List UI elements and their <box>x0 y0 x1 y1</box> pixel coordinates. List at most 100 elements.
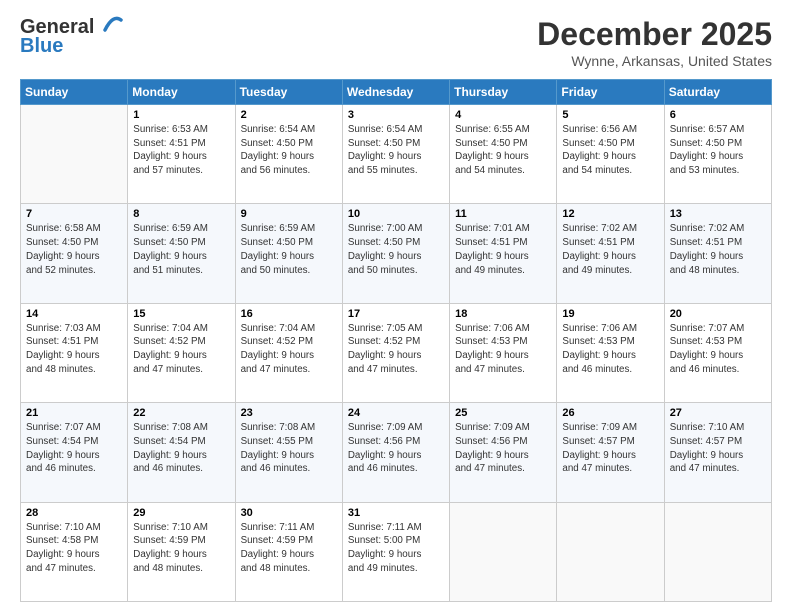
day-info: Sunset: 4:52 PM <box>348 335 444 349</box>
day-number: 14 <box>26 308 122 320</box>
day-info: and 52 minutes. <box>26 264 122 278</box>
day-info: Daylight: 9 hours <box>562 250 658 264</box>
calendar-cell <box>557 502 664 601</box>
day-info: Sunrise: 6:55 AM <box>455 123 551 137</box>
calendar-cell: 17 Sunrise: 7:05 AMSunset: 4:52 PMDayligh… <box>342 303 449 402</box>
day-info: and 46 minutes. <box>670 363 766 377</box>
day-number: 16 <box>241 308 337 320</box>
day-info: Daylight: 9 hours <box>133 150 229 164</box>
day-info: Sunset: 4:52 PM <box>133 335 229 349</box>
day-number: 20 <box>670 308 766 320</box>
day-info: Sunrise: 7:08 AM <box>241 421 337 435</box>
day-info: and 48 minutes. <box>133 562 229 576</box>
day-info: Sunset: 4:51 PM <box>133 137 229 151</box>
day-info: and 46 minutes. <box>26 462 122 476</box>
day-info: Sunset: 4:54 PM <box>133 435 229 449</box>
weekday-header-tuesday: Tuesday <box>235 80 342 105</box>
day-info: and 46 minutes. <box>133 462 229 476</box>
day-number: 31 <box>348 507 444 519</box>
calendar-table: SundayMondayTuesdayWednesdayThursdayFrid… <box>20 79 772 602</box>
day-info: Daylight: 9 hours <box>348 349 444 363</box>
day-info: Daylight: 9 hours <box>670 250 766 264</box>
day-info: and 49 minutes. <box>562 264 658 278</box>
day-info: Sunrise: 7:09 AM <box>562 421 658 435</box>
day-info: Sunrise: 7:08 AM <box>133 421 229 435</box>
calendar-cell: 21Sunrise: 7:07 AMSunset: 4:54 PMDayligh… <box>21 403 128 502</box>
day-info: Sunrise: 7:06 AM <box>562 322 658 336</box>
day-number: 4 <box>455 109 551 121</box>
day-info: and 46 minutes. <box>348 462 444 476</box>
day-info: Daylight: 9 hours <box>26 449 122 463</box>
calendar-cell: 9Sunrise: 6:59 AMSunset: 4:50 PMDaylight… <box>235 204 342 303</box>
day-info: Sunset: 4:51 PM <box>26 335 122 349</box>
calendar-cell: 10Sunrise: 7:00 AMSunset: 4:50 PMDayligh… <box>342 204 449 303</box>
day-info: and 54 minutes. <box>455 164 551 178</box>
day-info: Daylight: 9 hours <box>133 250 229 264</box>
calendar-header-row: SundayMondayTuesdayWednesdayThursdayFrid… <box>21 80 772 105</box>
calendar-cell <box>664 502 771 601</box>
day-info: Sunset: 4:50 PM <box>670 137 766 151</box>
day-info: Sunrise: 7:02 AM <box>670 222 766 236</box>
page: General Blue December 2025 Wynne, Arkans… <box>0 0 792 612</box>
weekday-header-sunday: Sunday <box>21 80 128 105</box>
calendar-cell: 14Sunrise: 7:03 AMSunset: 4:51 PMDayligh… <box>21 303 128 402</box>
day-number: 7 <box>26 208 122 220</box>
day-info: Sunrise: 7:10 AM <box>670 421 766 435</box>
day-number: 9 <box>241 208 337 220</box>
day-info: Daylight: 9 hours <box>348 548 444 562</box>
calendar-cell: 29Sunrise: 7:10 AMSunset: 4:59 PMDayligh… <box>128 502 235 601</box>
day-info: and 47 minutes. <box>562 462 658 476</box>
day-info: Daylight: 9 hours <box>348 449 444 463</box>
day-info: Sunrise: 7:10 AM <box>133 521 229 535</box>
calendar-cell: 28Sunrise: 7:10 AMSunset: 4:58 PMDayligh… <box>21 502 128 601</box>
day-info: Sunset: 4:54 PM <box>26 435 122 449</box>
calendar-cell: 6Sunrise: 6:57 AMSunset: 4:50 PMDaylight… <box>664 105 771 204</box>
day-info: and 47 minutes. <box>348 363 444 377</box>
day-number: 10 <box>348 208 444 220</box>
calendar-cell: 26Sunrise: 7:09 AMSunset: 4:57 PMDayligh… <box>557 403 664 502</box>
day-number: 13 <box>670 208 766 220</box>
day-info: Sunset: 5:00 PM <box>348 534 444 548</box>
day-number: 23 <box>241 407 337 419</box>
day-info: Daylight: 9 hours <box>348 250 444 264</box>
day-number: 24 <box>348 407 444 419</box>
day-info: Sunset: 4:50 PM <box>562 137 658 151</box>
day-number: 5 <box>562 109 658 121</box>
day-info: Daylight: 9 hours <box>562 150 658 164</box>
day-info: and 46 minutes. <box>241 462 337 476</box>
day-info: and 50 minutes. <box>348 264 444 278</box>
calendar-cell: 18Sunrise: 7:06 AMSunset: 4:53 PMDayligh… <box>450 303 557 402</box>
day-info: Sunset: 4:53 PM <box>455 335 551 349</box>
day-number: 26 <box>562 407 658 419</box>
day-info: Sunrise: 7:10 AM <box>26 521 122 535</box>
day-info: Sunset: 4:50 PM <box>348 137 444 151</box>
calendar-cell: 8Sunrise: 6:59 AMSunset: 4:50 PMDaylight… <box>128 204 235 303</box>
calendar-cell: 25Sunrise: 7:09 AMSunset: 4:56 PMDayligh… <box>450 403 557 502</box>
day-info: Daylight: 9 hours <box>455 150 551 164</box>
calendar-cell: 2Sunrise: 6:54 AMSunset: 4:50 PMDaylight… <box>235 105 342 204</box>
day-info: Daylight: 9 hours <box>241 548 337 562</box>
day-info: Sunrise: 7:05 AM <box>348 322 444 336</box>
day-info: Sunrise: 6:54 AM <box>348 123 444 137</box>
day-info: Sunset: 4:50 PM <box>241 236 337 250</box>
weekday-header-friday: Friday <box>557 80 664 105</box>
day-info: Sunset: 4:50 PM <box>241 137 337 151</box>
day-info: Sunset: 4:53 PM <box>562 335 658 349</box>
day-number: 15 <box>133 308 229 320</box>
day-number: 17 <box>348 308 444 320</box>
day-info: Daylight: 9 hours <box>241 150 337 164</box>
day-info: Sunrise: 6:53 AM <box>133 123 229 137</box>
day-info: Sunrise: 7:11 AM <box>348 521 444 535</box>
day-info: Daylight: 9 hours <box>670 349 766 363</box>
location: Wynne, Arkansas, United States <box>537 53 772 69</box>
day-info: Daylight: 9 hours <box>26 349 122 363</box>
day-info: Sunset: 4:52 PM <box>241 335 337 349</box>
day-info: and 54 minutes. <box>562 164 658 178</box>
calendar-cell: 13Sunrise: 7:02 AMSunset: 4:51 PMDayligh… <box>664 204 771 303</box>
day-info: and 46 minutes. <box>562 363 658 377</box>
calendar-cell: 15Sunrise: 7:04 AMSunset: 4:52 PMDayligh… <box>128 303 235 402</box>
weekday-header-thursday: Thursday <box>450 80 557 105</box>
day-info: Daylight: 9 hours <box>670 449 766 463</box>
day-number: 1 <box>133 109 229 121</box>
day-info: Sunset: 4:56 PM <box>455 435 551 449</box>
